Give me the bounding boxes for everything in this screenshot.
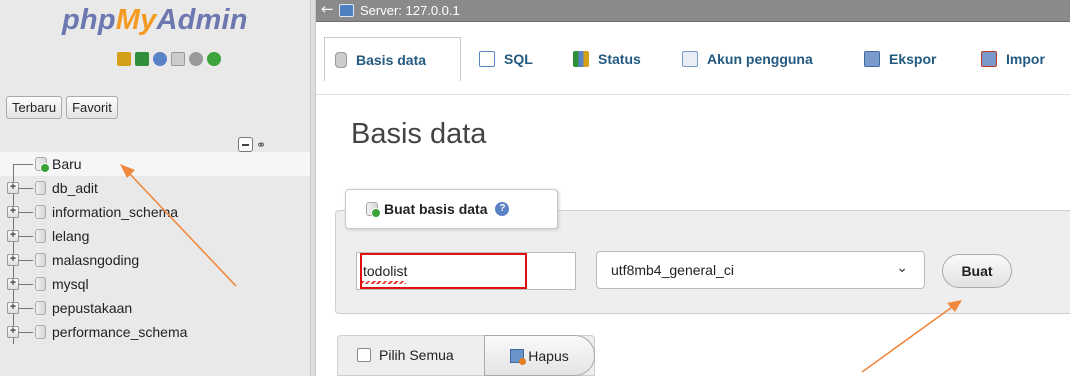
export-icon — [864, 51, 880, 67]
expand-icon[interactable]: + — [7, 254, 19, 266]
create-database-legend: Buat basis data ? — [345, 189, 558, 229]
database-icon — [335, 51, 347, 68]
user-accounts-icon — [682, 51, 698, 67]
tree-item-db[interactable]: + malasngoding — [0, 248, 310, 272]
tree-item-label[interactable]: performance_schema — [52, 324, 187, 340]
database-name-input[interactable] — [356, 252, 576, 290]
tree-item-label[interactable]: information_schema — [52, 204, 178, 220]
home-icon[interactable] — [117, 52, 131, 66]
tree-item-label[interactable]: malasngoding — [52, 252, 139, 268]
database-icon — [35, 277, 46, 291]
database-icon — [35, 301, 46, 315]
recent-button[interactable]: Terbaru — [6, 96, 63, 119]
tree-item-db[interactable]: + information_schema — [0, 200, 310, 224]
tree-item-db[interactable]: + performance_schema — [0, 320, 310, 344]
tab-export[interactable]: Ekspor — [854, 37, 946, 81]
tab-import[interactable]: Impor — [971, 37, 1055, 81]
link-icon[interactable]: ⚭ — [256, 138, 266, 152]
tree-item-label[interactable]: mysql — [52, 276, 89, 292]
annotation-arrow — [861, 304, 956, 373]
spellcheck-underline — [362, 281, 406, 284]
tree-item-db[interactable]: + pepustakaan — [0, 296, 310, 320]
reload-icon[interactable] — [207, 52, 221, 66]
tree-item-db[interactable]: + mysql — [0, 272, 310, 296]
select-all-checkbox[interactable]: Pilih Semua — [357, 347, 454, 363]
collapse-nav-icon[interactable]: ← — [321, 0, 334, 18]
new-database-icon — [35, 157, 50, 173]
favorite-button[interactable]: Favorit — [66, 96, 118, 119]
database-icon — [35, 205, 46, 219]
collapse-all-icon[interactable] — [238, 137, 253, 152]
import-icon — [981, 51, 997, 67]
database-icon — [35, 253, 46, 267]
database-icon — [35, 181, 46, 195]
new-database-icon — [366, 202, 381, 218]
collation-select[interactable]: utf8mb4_general_ci ⌄ — [596, 251, 925, 289]
database-icon — [35, 229, 46, 243]
checkbox[interactable] — [357, 348, 371, 362]
expand-icon[interactable]: + — [7, 182, 19, 194]
server-breadcrumb[interactable]: Server: 127.0.0.1 — [360, 3, 460, 18]
settings-icon[interactable] — [189, 52, 203, 66]
tree-item-label[interactable]: pepustakaan — [52, 300, 132, 316]
chevron-down-icon: ⌄ — [896, 260, 908, 276]
expand-icon[interactable]: + — [7, 278, 19, 290]
expand-icon[interactable]: + — [7, 326, 19, 338]
sql-icon — [479, 51, 495, 67]
status-icon — [573, 51, 589, 67]
tree-item-db[interactable]: + db_adit — [0, 176, 310, 200]
logout-icon[interactable] — [135, 52, 149, 66]
tab-sql[interactable]: SQL — [469, 37, 543, 81]
delete-button[interactable]: Hapus — [484, 335, 595, 376]
help-icon[interactable]: ? — [495, 202, 510, 216]
tab-status[interactable]: Status — [563, 37, 651, 81]
breadcrumb: ← Server: 127.0.0.1 — [316, 0, 1070, 22]
delete-icon — [510, 348, 527, 365]
quick-icons — [117, 52, 221, 66]
expand-icon[interactable]: + — [7, 230, 19, 242]
tab-user-accounts[interactable]: Akun pengguna — [672, 37, 823, 81]
tree-item-label[interactable]: Baru — [52, 156, 82, 172]
navigation-panel: phpMyAdmin Terbaru Favorit ⚭ Baru + db_a… — [0, 0, 310, 376]
help-icon[interactable] — [153, 52, 167, 66]
tab-databases[interactable]: Basis data — [324, 37, 461, 81]
page-title: Basis data — [351, 118, 487, 150]
expand-icon[interactable]: + — [7, 302, 19, 314]
tree-item-label[interactable]: lelang — [52, 228, 89, 244]
expand-icon[interactable]: + — [7, 206, 19, 218]
create-button[interactable]: Buat — [942, 254, 1012, 288]
tree-item-label[interactable]: db_adit — [52, 180, 98, 196]
main-menu: Basis data SQL Status Akun pengguna Eksp… — [316, 23, 1070, 95]
database-tree: Baru + db_adit + information_schema + le… — [0, 152, 310, 344]
tree-item-new[interactable]: Baru — [0, 152, 310, 176]
tree-item-db[interactable]: + lelang — [0, 224, 310, 248]
phpmyadmin-logo[interactable]: phpMyAdmin — [62, 4, 248, 37]
docs-icon[interactable] — [171, 52, 185, 66]
database-icon — [35, 325, 46, 339]
server-icon — [339, 4, 354, 17]
